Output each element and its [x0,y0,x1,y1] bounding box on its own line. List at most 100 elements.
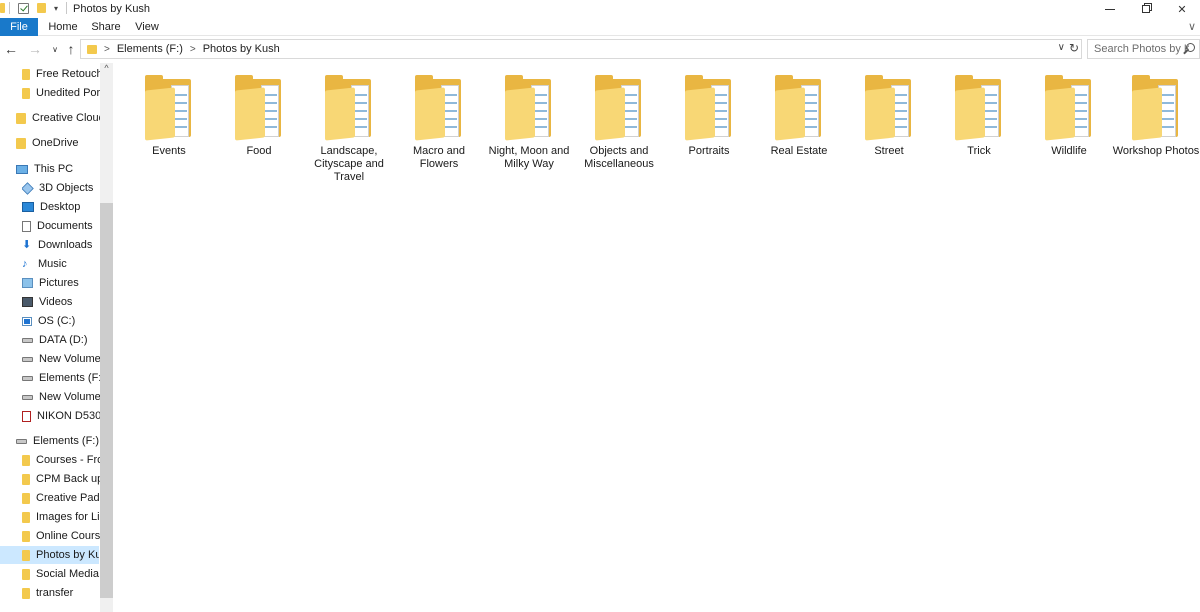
folder-item-food[interactable]: Food [214,75,304,158]
folder-item-street[interactable]: Street [844,75,934,158]
nav-item-label: transfer [36,587,74,599]
drive-icon [22,356,33,362]
folder-icon [323,75,375,141]
music-icon: ♪ [22,257,28,270]
folder-item-trick[interactable]: Trick [934,75,1024,158]
pictures-icon [22,278,33,288]
refresh-icon[interactable]: ↻ [1069,41,1079,55]
os-drive-icon [22,316,32,326]
downloads-icon: ⬇ [22,238,32,251]
nav-item-label: DATA (D:) [39,334,88,346]
title-bar: ▾ Photos by Kush ✕ [0,0,1200,18]
nav-item-elements-f-root[interactable]: Elements (F:) [16,432,113,450]
folder-label: Events [152,145,186,157]
up-button[interactable]: ↑ [62,40,80,58]
folder-view: Events Food Landscape, Cityscape and Tra… [113,63,1200,612]
nav-item-label: Photos by Kush [36,549,99,561]
close-button[interactable]: ✕ [1164,0,1200,18]
folder-label: Street [874,145,904,157]
nav-item-photos-by-kush[interactable]: Photos by Kush [0,546,99,564]
folder-icon [773,75,825,141]
forward-button[interactable]: → [26,40,44,58]
address-bar[interactable]: > Elements (F:) > Photos by Kush ∨ ↻ [80,39,1082,59]
folder-item-landscape[interactable]: Landscape, Cityscape and Travel [304,75,394,184]
nav-item-label: Elements (F:) [33,435,100,447]
breadcrumb-elements[interactable]: Elements (F:) [117,43,183,55]
folder-item-events[interactable]: Events [124,75,214,158]
folder-item-real-estate[interactable]: Real Estate [754,75,844,158]
nav-item-label: OneDrive [32,137,79,149]
tab-share[interactable]: Share [88,18,124,36]
folder-icon [22,68,30,80]
restore-icon [1142,5,1150,13]
folder-icon [87,44,97,54]
folder-icon [683,75,735,141]
search-input[interactable]: Search Photos by Ku... [1087,39,1200,59]
navigation-scrollbar[interactable]: ^ [100,63,113,612]
nav-item-label: OS (C:) [38,315,76,327]
drive-icon [16,438,27,444]
properties-checkbox-icon[interactable] [18,2,29,14]
folder-item-wildlife[interactable]: Wildlife [1024,75,1114,158]
folder-icon [22,473,30,485]
folder-label: Macro and Flowers [413,145,465,170]
drive-icon [22,337,33,343]
folder-icon [22,549,30,561]
tab-view[interactable]: View [130,18,164,36]
folder-icon [22,587,30,599]
nav-item-label: New Volume ( [39,391,108,403]
breadcrumb-separator[interactable]: > [190,44,196,55]
drive-icon [22,375,33,381]
folder-item-portraits[interactable]: Portraits [664,75,754,158]
folder-icon [863,75,915,141]
sd-card-icon [22,410,31,422]
folder-item-night[interactable]: Night, Moon and Milky Way [484,75,574,171]
back-button[interactable]: ← [2,40,20,58]
minimize-icon [1105,8,1115,10]
folder-item-macro[interactable]: Macro and Flowers [394,75,484,171]
nav-item-label: Online Course [36,530,107,542]
nav-item-label: Videos [39,296,73,308]
tab-home[interactable]: Home [44,18,82,36]
nav-item-this-pc[interactable]: This PC [16,160,113,178]
nav-item-label: This PC [34,163,74,175]
customize-toolbar-chevron-icon[interactable]: ▾ [54,4,58,13]
ribbon-tabs: File Home Share View ∨ [0,18,1200,36]
folder-label: Night, Moon and Milky Way [488,145,570,170]
nav-item-label: NIKON D5300 [37,410,108,422]
nav-item-label: Unedited Portr [36,87,107,99]
folder-label: Workshop Photos [1112,145,1200,157]
nav-item-label: 3D Objects [39,182,94,194]
scrollbar-thumb[interactable] [100,203,113,598]
folder-item-workshop-photos[interactable]: Workshop Photos [1112,75,1200,158]
scroll-up-arrow-icon[interactable]: ^ [100,63,113,77]
folder-item-objects[interactable]: Objects and Miscellaneous [574,75,664,171]
divider [9,2,10,14]
videos-icon [22,297,33,307]
desktop-icon [22,202,34,212]
folder-icon [22,454,30,466]
folder-label: Real Estate [770,145,828,157]
folder-label: Trick [967,145,991,157]
breadcrumb-separator[interactable]: > [104,44,110,55]
breadcrumb-photos-by-kush[interactable]: Photos by Kush [203,43,280,55]
search-icon [1186,43,1195,52]
drive-icon [22,394,33,400]
nav-item-creative-cloud[interactable]: Creative Cloud F [16,109,113,127]
3d-objects-icon [22,181,34,195]
navigation-pane: Free Retouchin Unedited Portr Creative C… [0,63,113,612]
tab-file[interactable]: File [0,18,38,36]
nav-item-label: Documents [37,220,93,232]
minimize-button[interactable] [1092,0,1128,18]
restore-button[interactable] [1128,0,1164,18]
address-bar-row: ← → ∨ ↑ > Elements (F:) > Photos by Kush… [0,36,1200,63]
nav-item-label: CPM Back up [36,473,104,485]
folder-icon [233,75,285,141]
expand-ribbon-chevron-icon[interactable]: ∨ [1188,20,1196,33]
folder-icon [22,568,30,580]
address-history-chevron-icon[interactable]: ∨ [1058,42,1065,53]
new-folder-icon[interactable] [37,3,46,13]
nav-item-onedrive[interactable]: OneDrive [16,134,113,152]
folder-icon [0,3,5,13]
folder-icon [1043,75,1095,141]
